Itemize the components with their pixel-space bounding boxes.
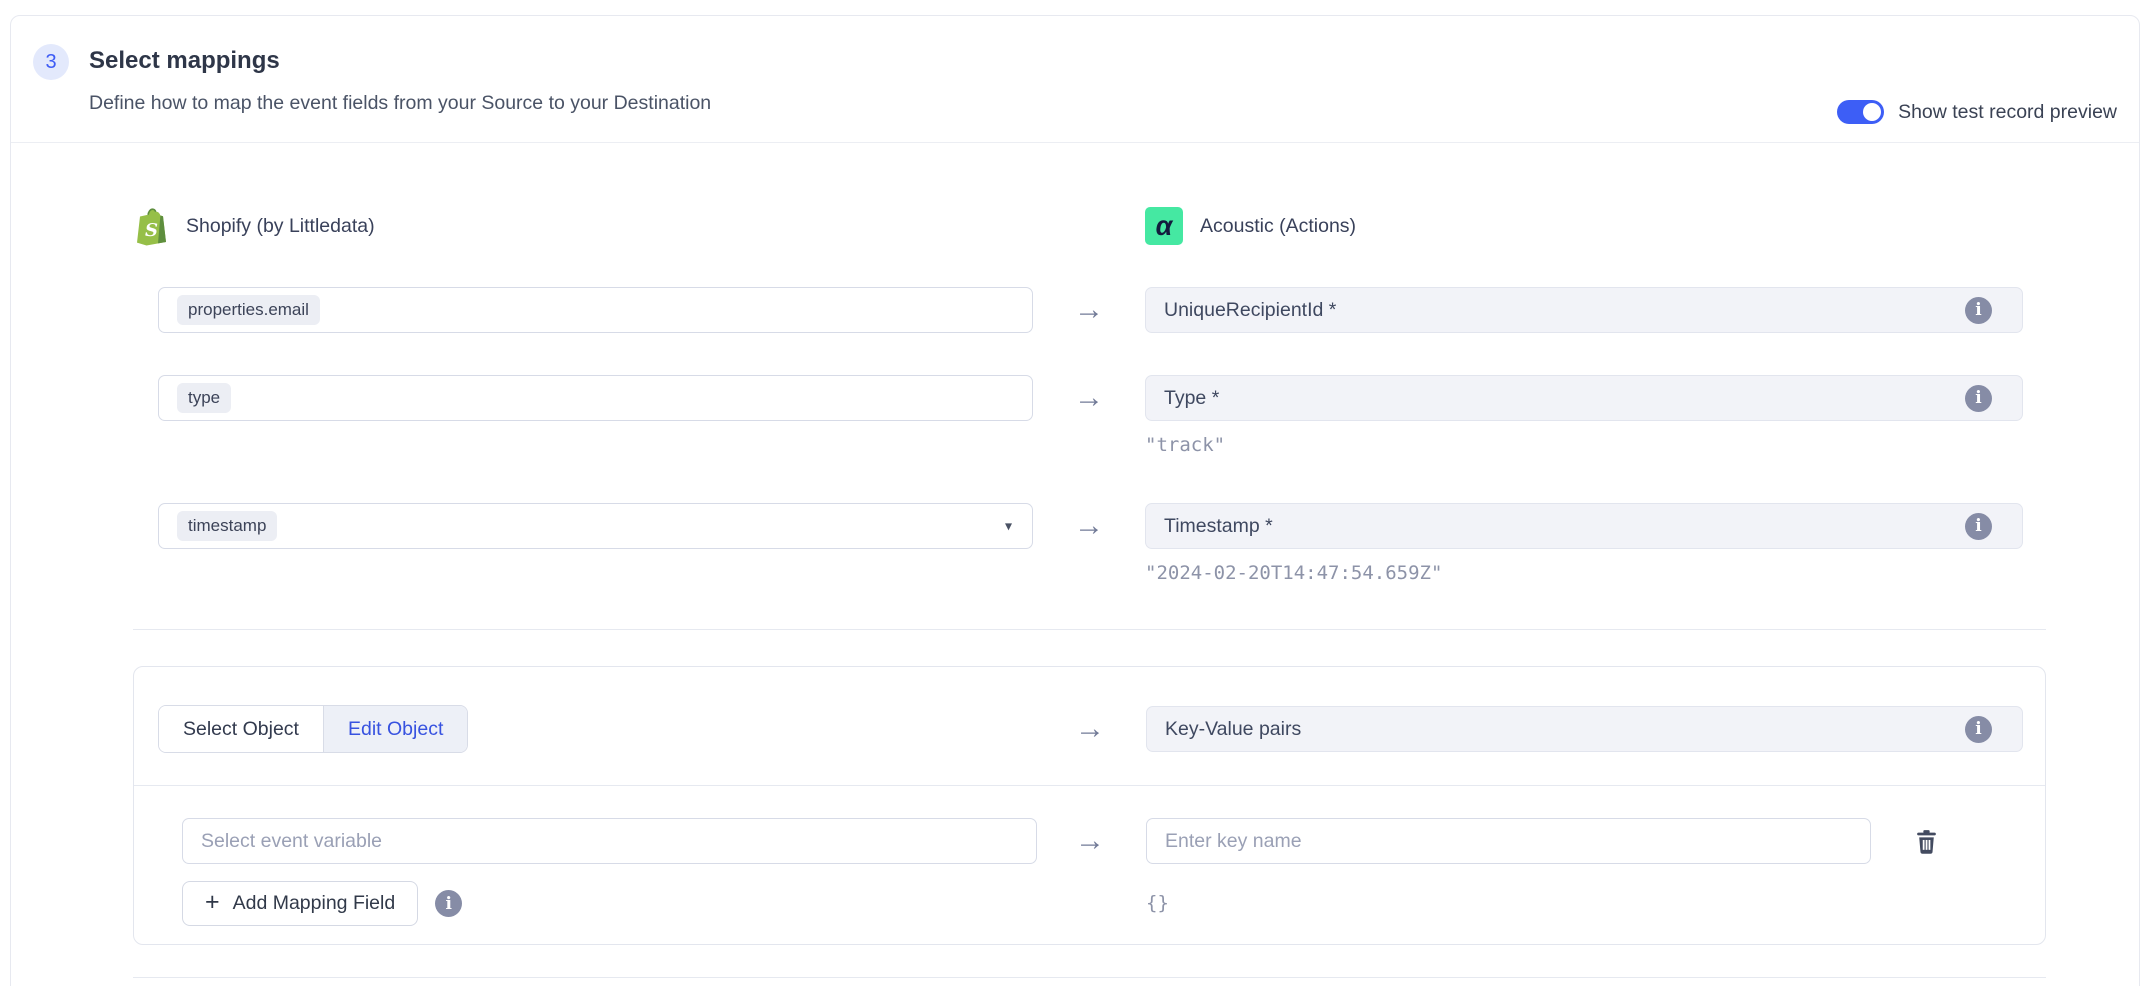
arrow-right-icon: → [1074,383,1104,413]
tab-select-object[interactable]: Select Object [159,706,323,752]
source-field-chip[interactable]: type [177,383,231,413]
event-variable-input[interactable] [182,818,1037,864]
add-mapping-field-label: Add Mapping Field [233,892,396,915]
page-title: Select mappings [89,46,711,76]
destination-app-name: Acoustic (Actions) [1200,215,1356,238]
source-field-dropdown[interactable]: timestamp ▾ [158,503,1033,549]
step-number-badge: 3 [33,44,69,80]
key-value-preview: {} [1146,892,2023,914]
tab-edit-object[interactable]: Edit Object [323,706,467,752]
caret-down-icon[interactable]: ▾ [1005,518,1012,535]
source-field-chip[interactable]: properties.email [177,295,320,325]
info-icon[interactable]: i [1965,297,1992,324]
destination-field-label: Type * [1164,387,1965,410]
delete-row-button[interactable] [1914,828,1939,854]
svg-text:S: S [145,220,158,241]
mappings-page: 3 Select mappings Define how to map the … [0,0,2150,986]
add-mapping-field-button[interactable]: + Add Mapping Field [182,881,418,926]
test-record-preview-value: "track" [1145,434,2139,456]
test-record-preview-value: "2024-02-20T14:47:54.659Z" [1145,562,2139,584]
trash-icon [1914,828,1939,854]
toggle-label: Show test record preview [1898,101,2117,124]
source-field-chip[interactable]: timestamp [177,511,277,541]
object-mapping-card: Select Object Edit Object → Key-Value pa… [133,666,2046,945]
bottom-divider [133,977,2046,978]
source-field-input[interactable]: properties.email [158,287,1033,333]
shopify-bag-icon: S [133,206,169,246]
destination-field: Type * i [1145,375,2023,421]
page-subtitle: Define how to map the event fields from … [89,91,711,115]
key-name-input[interactable] [1146,818,1871,864]
arrow-right-icon: → [1075,714,1105,744]
info-icon[interactable]: i [1965,716,1992,743]
destination-field: UniqueRecipientId * i [1145,287,2023,333]
section-divider [133,629,2046,630]
arrow-right-icon: → [1074,511,1104,541]
object-mode-tabs: Select Object Edit Object [158,705,468,753]
destination-app: α Acoustic (Actions) [1145,207,2023,245]
mapping-row: properties.email → UniqueRecipientId * i [158,287,2139,333]
card-header: 3 Select mappings Define how to map the … [11,16,2139,143]
show-test-record-toggle[interactable] [1837,100,1884,124]
source-app-name: Shopify (by Littledata) [186,215,375,238]
select-mappings-card: 3 Select mappings Define how to map the … [10,15,2140,986]
mapping-row: type → Type * i [158,375,2139,421]
source-field-input[interactable]: type [158,375,1033,421]
plus-icon: + [205,890,220,915]
info-icon[interactable]: i [1965,513,1992,540]
toggle-knob [1863,103,1881,121]
destination-field-label: Timestamp * [1164,515,1965,538]
destination-field: Timestamp * i [1145,503,2023,549]
acoustic-alpha-icon: α [1145,207,1183,245]
object-card-divider [134,785,2045,786]
source-app: S Shopify (by Littledata) [133,206,1033,246]
arrow-right-icon: → [1075,826,1105,856]
mapping-row: timestamp ▾ → Timestamp * i [158,503,2139,549]
destination-field-label: Key-Value pairs [1165,718,1965,741]
destination-field: Key-Value pairs i [1146,706,2023,752]
info-icon[interactable]: i [1965,385,1992,412]
destination-field-label: UniqueRecipientId * [1164,299,1965,322]
arrow-right-icon: → [1074,295,1104,325]
info-icon[interactable]: i [435,890,462,917]
